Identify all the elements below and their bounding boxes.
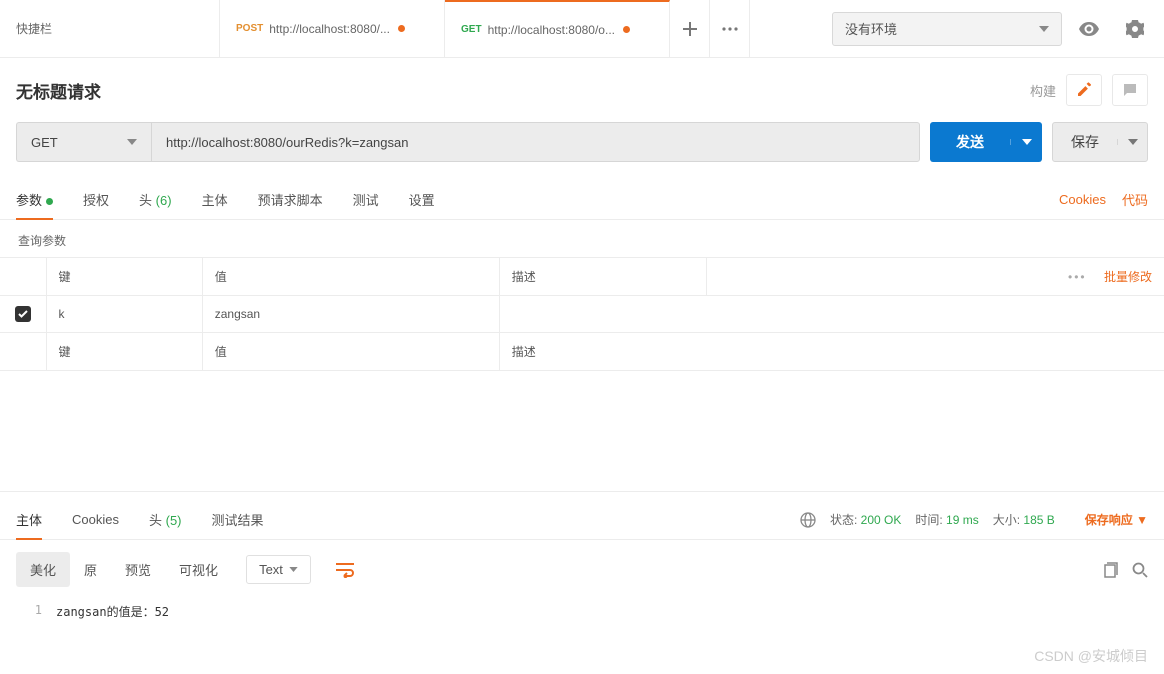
caret-down-icon: [127, 139, 137, 145]
view-pretty[interactable]: 美化: [16, 552, 70, 587]
tab-url-2: http://localhost:8080/o...: [488, 23, 615, 37]
gear-icon: [1126, 20, 1144, 38]
tab-params[interactable]: 参数: [16, 180, 53, 219]
params-table: 键 值 描述 ••• 批量修改 k zangsan 键 值 描述: [0, 257, 1164, 371]
param-value-placeholder[interactable]: 值: [202, 333, 499, 371]
environment-preview-button[interactable]: [1070, 12, 1108, 46]
build-link[interactable]: 构建: [1030, 81, 1056, 100]
view-raw[interactable]: 原: [70, 552, 111, 587]
param-key-placeholder[interactable]: 键: [46, 333, 202, 371]
resp-tab-cookies[interactable]: Cookies: [72, 502, 119, 537]
param-value[interactable]: zangsan: [202, 296, 499, 333]
url-input[interactable]: [151, 122, 920, 162]
unsaved-dot-icon: [623, 26, 630, 33]
tab-prerequest[interactable]: 预请求脚本: [258, 180, 323, 219]
environment-select[interactable]: 没有环境: [832, 12, 1062, 46]
tab-method-post: POST: [236, 23, 263, 34]
tab-tests[interactable]: 测试: [353, 180, 379, 219]
caret-down-icon: [1128, 139, 1138, 145]
method-select[interactable]: GET: [16, 122, 151, 162]
params-more-icon[interactable]: •••: [1068, 270, 1087, 284]
plus-icon: [683, 22, 697, 36]
param-desc-placeholder[interactable]: 描述: [499, 333, 1164, 371]
active-dot-icon: [46, 198, 53, 205]
save-response-button[interactable]: 保存响应 ▼: [1085, 511, 1148, 528]
environment-label: 没有环境: [845, 19, 897, 38]
param-desc[interactable]: [499, 296, 1164, 333]
size-value: 185 B: [1023, 513, 1054, 527]
row-checkbox[interactable]: [15, 306, 31, 322]
caret-down-icon: [289, 567, 298, 572]
eye-icon: [1079, 22, 1099, 36]
table-row[interactable]: k zangsan: [0, 296, 1164, 333]
send-button[interactable]: 发送: [930, 122, 1042, 162]
cookies-link[interactable]: Cookies: [1059, 192, 1106, 207]
status-value: 200 OK: [861, 513, 902, 527]
search-icon[interactable]: [1132, 562, 1148, 578]
param-key[interactable]: k: [46, 296, 202, 333]
view-visualize[interactable]: 可视化: [165, 552, 232, 587]
watermark: CSDN @安城倾目: [1034, 646, 1148, 666]
time-value: 19 ms: [946, 513, 979, 527]
comment-button[interactable]: [1112, 74, 1148, 106]
ellipsis-icon: [722, 27, 738, 31]
caret-down-icon: [1039, 26, 1049, 32]
view-preview[interactable]: 预览: [111, 552, 165, 587]
save-caret[interactable]: [1117, 139, 1147, 145]
query-params-title: 查询参数: [0, 220, 1164, 257]
unsaved-dot-icon: [398, 25, 405, 32]
col-value: 值: [202, 258, 499, 296]
tab-body[interactable]: 主体: [202, 180, 228, 219]
tab-url-1: http://localhost:8080/...: [269, 22, 390, 36]
tab-quickbar[interactable]: 快捷栏: [0, 0, 220, 57]
tab-authorization[interactable]: 授权: [83, 180, 109, 219]
method-value: GET: [31, 135, 58, 150]
settings-button[interactable]: [1116, 12, 1154, 46]
wrap-lines-button[interactable]: [325, 556, 365, 584]
copy-icon[interactable]: [1102, 562, 1118, 578]
bulk-edit-link[interactable]: 批量修改: [1104, 270, 1152, 284]
response-body[interactable]: 1 zangsan的值是：52: [0, 599, 1164, 636]
request-title[interactable]: 无标题请求: [16, 78, 1030, 103]
new-tab-button[interactable]: [670, 0, 710, 57]
tab-quickbar-label: 快捷栏: [16, 20, 52, 37]
tab-overflow-button[interactable]: [710, 0, 750, 57]
send-label: 发送: [930, 132, 1010, 152]
resp-tab-headers[interactable]: 头 (5): [149, 500, 182, 539]
line-number: 1: [16, 603, 56, 620]
col-desc: 描述: [499, 258, 706, 296]
wrap-icon: [335, 562, 355, 578]
format-select[interactable]: Text: [246, 555, 311, 584]
save-label: 保存: [1053, 132, 1117, 152]
table-row-new[interactable]: 键 值 描述: [0, 333, 1164, 371]
tab-request-2[interactable]: GET http://localhost:8080/o...: [445, 0, 670, 57]
check-icon: [18, 310, 28, 318]
pencil-icon: [1076, 82, 1092, 98]
col-key: 键: [46, 258, 202, 296]
resp-tab-body[interactable]: 主体: [16, 500, 42, 539]
tab-request-1[interactable]: POST http://localhost:8080/...: [220, 0, 445, 57]
globe-icon[interactable]: [800, 512, 816, 528]
code-link[interactable]: 代码: [1122, 190, 1148, 209]
response-text: zangsan的值是：52: [56, 603, 169, 620]
tab-settings[interactable]: 设置: [409, 180, 435, 219]
tab-headers[interactable]: 头 (6): [139, 180, 172, 219]
caret-down-icon: [1022, 139, 1032, 145]
edit-button[interactable]: [1066, 74, 1102, 106]
save-button[interactable]: 保存: [1052, 122, 1148, 162]
comment-icon: [1122, 82, 1138, 98]
tab-method-get: GET: [461, 24, 482, 35]
resp-tab-tests[interactable]: 测试结果: [212, 500, 264, 539]
send-caret[interactable]: [1010, 139, 1042, 145]
